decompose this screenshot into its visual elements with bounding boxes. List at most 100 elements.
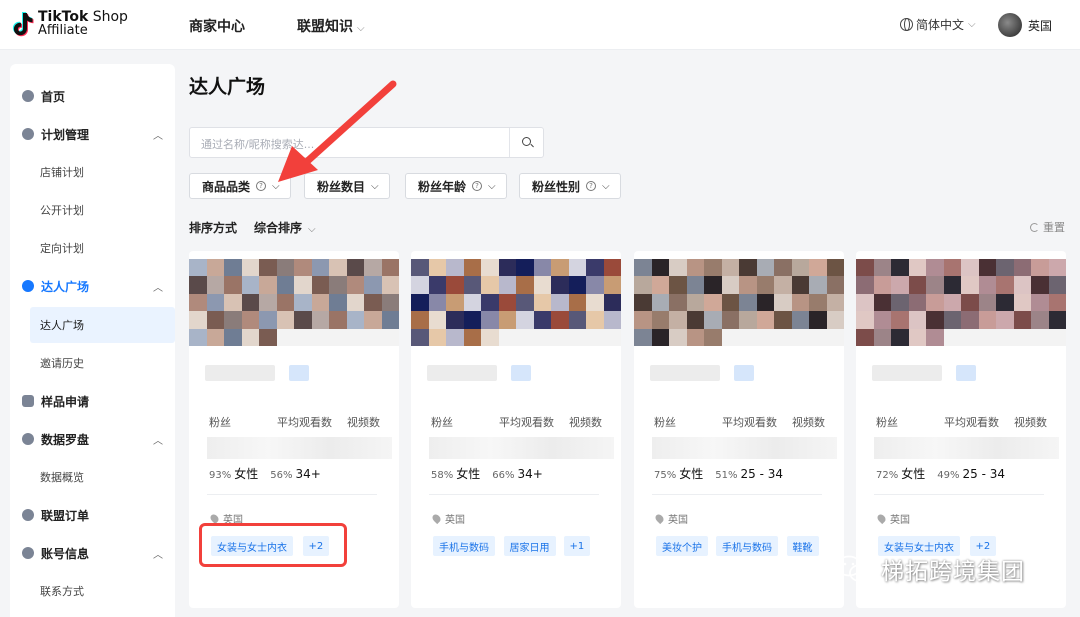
filter-follower-age[interactable]: 粉丝年龄? ⌵ xyxy=(405,173,507,199)
mosaic-cell xyxy=(276,293,294,312)
mosaic-cell xyxy=(463,276,481,294)
mosaic-cell xyxy=(381,276,399,294)
mosaic-cell xyxy=(551,311,569,329)
gender-value: 女性 xyxy=(679,467,704,481)
mosaic-cell xyxy=(961,259,979,277)
mosaic-cell xyxy=(294,259,312,277)
mosaic-cell xyxy=(206,311,224,329)
mosaic-cell xyxy=(634,311,652,329)
mosaic-cell xyxy=(189,328,207,346)
mosaic-cell xyxy=(481,259,499,277)
card-divider xyxy=(652,494,822,495)
mosaic-cell xyxy=(926,311,944,329)
annotation-highlight-box xyxy=(199,523,347,567)
chevron-down-icon: ⌵ xyxy=(357,23,365,34)
creator-name-blurred xyxy=(427,365,497,381)
stat-header-fans: 粉丝 xyxy=(876,416,898,429)
creator-avatar-pixelated xyxy=(856,259,1066,346)
stat-header-avg-views: 平均观看数 xyxy=(722,416,777,429)
search-button[interactable] xyxy=(509,128,543,157)
sidebar-item-home[interactable]: 首页 xyxy=(10,77,175,115)
mosaic-cell xyxy=(364,276,382,294)
tiktok-shop-logo[interactable]: TikTok Shop Affiliate xyxy=(12,10,128,37)
mosaic-cell xyxy=(241,311,259,329)
filter-label: 粉丝年龄 xyxy=(418,179,467,194)
mosaic-cell xyxy=(259,259,277,277)
globe-icon xyxy=(900,18,913,31)
sidebar-item-invite-history[interactable]: 邀请历史 xyxy=(10,344,175,382)
reset-button[interactable]: 重置 xyxy=(1030,219,1065,235)
mosaic-cell xyxy=(259,276,277,294)
mosaic-cell xyxy=(586,293,604,312)
mosaic-cell xyxy=(224,293,242,312)
mosaic-cell xyxy=(873,311,891,329)
gender-pct: 72% xyxy=(876,470,899,481)
sidebar-item-affiliate-orders[interactable]: 联盟订单 xyxy=(10,496,175,534)
mosaic-cell xyxy=(1048,311,1066,329)
sidebar-item-creator-marketplace-sub[interactable]: 达人广场 xyxy=(30,307,175,343)
category-tag[interactable]: 手机与数码 xyxy=(716,536,778,556)
mosaic-cell xyxy=(739,259,757,277)
stat-header-videos: 视频数 xyxy=(347,416,380,429)
mosaic-cell xyxy=(428,311,446,329)
mosaic-cell xyxy=(533,311,551,329)
mosaic-cell xyxy=(721,311,739,329)
sidebar-item-account-info[interactable]: 账号信息 ︿ xyxy=(10,534,175,572)
sidebar-item-targeted-plan[interactable]: 定向计划 xyxy=(10,229,175,267)
mosaic-cell xyxy=(1031,276,1049,294)
mosaic-cell xyxy=(551,293,569,312)
mosaic-cell xyxy=(961,293,979,312)
mosaic-cell xyxy=(276,276,294,294)
mosaic-cell xyxy=(826,311,844,329)
watermark: 梯拓跨境集团 xyxy=(835,552,1025,586)
category-tag[interactable]: 手机与数码 xyxy=(433,536,495,556)
category-tag[interactable]: +1 xyxy=(563,536,591,556)
page-title: 达人广场 xyxy=(189,76,266,98)
mosaic-cell xyxy=(346,293,364,312)
nav-affiliate-knowledge[interactable]: 联盟知识 ⌵ xyxy=(297,16,365,36)
sort-dropdown[interactable]: 综合排序 ⌵ xyxy=(254,219,316,236)
mosaic-cell xyxy=(241,276,259,294)
mosaic-cell xyxy=(669,293,687,312)
mosaic-cell xyxy=(329,276,347,294)
sidebar-item-contact[interactable]: 联系方式 xyxy=(10,572,175,610)
compass-icon xyxy=(22,433,34,445)
sidebar-item-data-compass[interactable]: 数据罗盘 ︿ xyxy=(10,420,175,458)
mosaic-cell xyxy=(826,328,844,346)
mosaic-cell xyxy=(891,328,909,346)
age-value: 34+ xyxy=(517,467,543,481)
sidebar-item-plan-management[interactable]: 计划管理 ︿ xyxy=(10,115,175,153)
filter-follower-gender[interactable]: 粉丝性别? ⌵ xyxy=(519,173,621,199)
user-menu[interactable]: 英国 xyxy=(998,13,1052,37)
category-tag[interactable]: 鞋靴 xyxy=(786,536,819,556)
mosaic-cell xyxy=(996,311,1014,329)
gender-value: 女性 xyxy=(234,467,259,481)
sidebar-item-shop-plan[interactable]: 店铺计划 xyxy=(10,153,175,191)
sidebar-item-data-overview[interactable]: 数据概览 xyxy=(10,458,175,496)
mosaic-cell xyxy=(189,311,207,329)
mosaic-cell xyxy=(516,293,534,312)
category-tag[interactable]: 美妆个护 xyxy=(656,536,708,556)
mosaic-cell xyxy=(926,293,944,312)
sidebar-item-public-plan[interactable]: 公开计划 xyxy=(10,191,175,229)
mosaic-cell xyxy=(603,311,621,329)
nav-merchant-center[interactable]: 商家中心 xyxy=(189,16,245,36)
mosaic-cell xyxy=(446,328,464,346)
mosaic-cell xyxy=(498,259,516,277)
mosaic-cell xyxy=(669,276,687,294)
location-label: 英国 xyxy=(890,515,910,526)
help-icon: ? xyxy=(586,181,597,191)
sidebar-item-creator-marketplace[interactable]: 达人广场 ︿ xyxy=(10,267,175,305)
mosaic-cell xyxy=(891,293,909,312)
category-tag[interactable]: 居家日用 xyxy=(503,536,556,556)
mosaic-cell xyxy=(891,276,909,294)
sidebar-item-sample-request[interactable]: 样品申请 xyxy=(10,382,175,420)
mosaic-cell xyxy=(206,328,224,346)
mosaic-cell xyxy=(856,259,874,277)
mosaic-cell xyxy=(586,276,604,294)
location: 英国 xyxy=(653,511,688,526)
stat-header-fans: 粉丝 xyxy=(654,416,676,429)
language-selector[interactable]: 简体中文 ⌵ xyxy=(900,16,976,33)
mosaic-cell xyxy=(686,276,704,294)
mosaic-cell xyxy=(686,259,704,277)
